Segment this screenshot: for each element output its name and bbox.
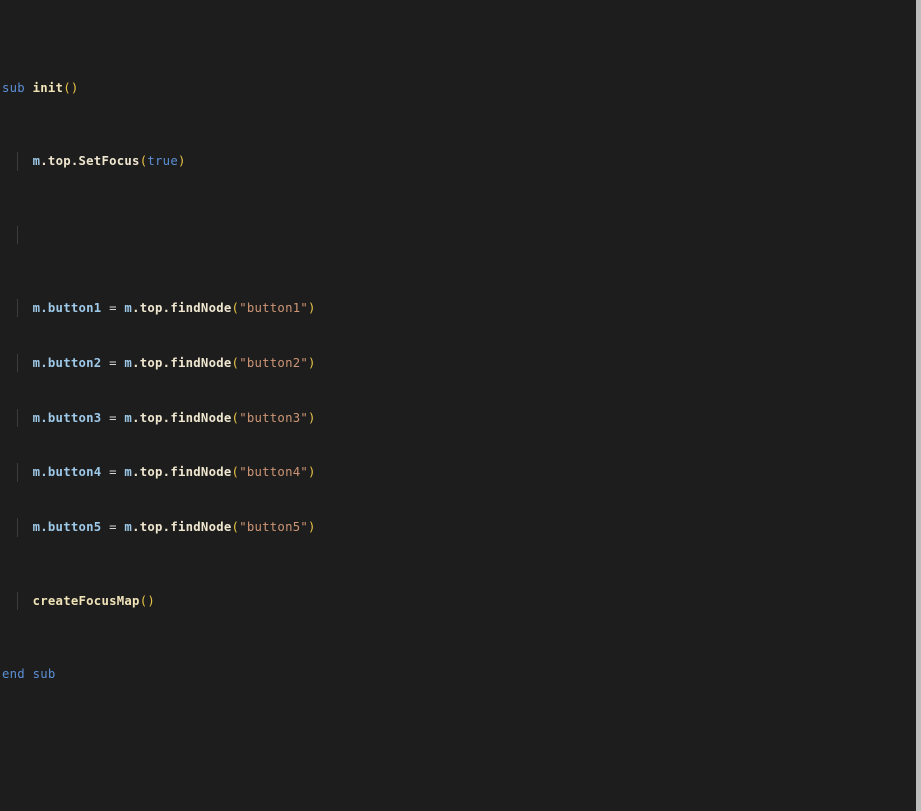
code-line[interactable]: m.button2 = m.top.findNode("button2") [0, 354, 798, 372]
code-line[interactable] [0, 226, 798, 244]
clipped-bottom-line: return result [0, 807, 911, 811]
code-content[interactable]: sub init() m.top.SetFocus(true) m.button… [0, 0, 798, 811]
code-line[interactable]: m.button3 = m.top.findNode("button3") [0, 409, 798, 427]
code-line[interactable]: createFocusMap() [0, 592, 798, 610]
code-line[interactable]: m.button5 = m.top.findNode("button5") [0, 518, 798, 536]
code-line[interactable]: m.button1 = m.top.findNode("button1") [0, 299, 798, 317]
clipped-line-text: return result [0, 807, 911, 811]
code-line[interactable]: end sub [0, 665, 798, 683]
code-line[interactable]: m.top.SetFocus(true) [0, 152, 798, 170]
code-line[interactable]: sub init() [0, 79, 798, 97]
code-editor-pane[interactable]: sub init() m.top.SetFocus(true) m.button… [0, 0, 921, 811]
code-line[interactable]: m.button4 = m.top.findNode("button4") [0, 463, 798, 481]
code-line[interactable] [0, 738, 798, 756]
